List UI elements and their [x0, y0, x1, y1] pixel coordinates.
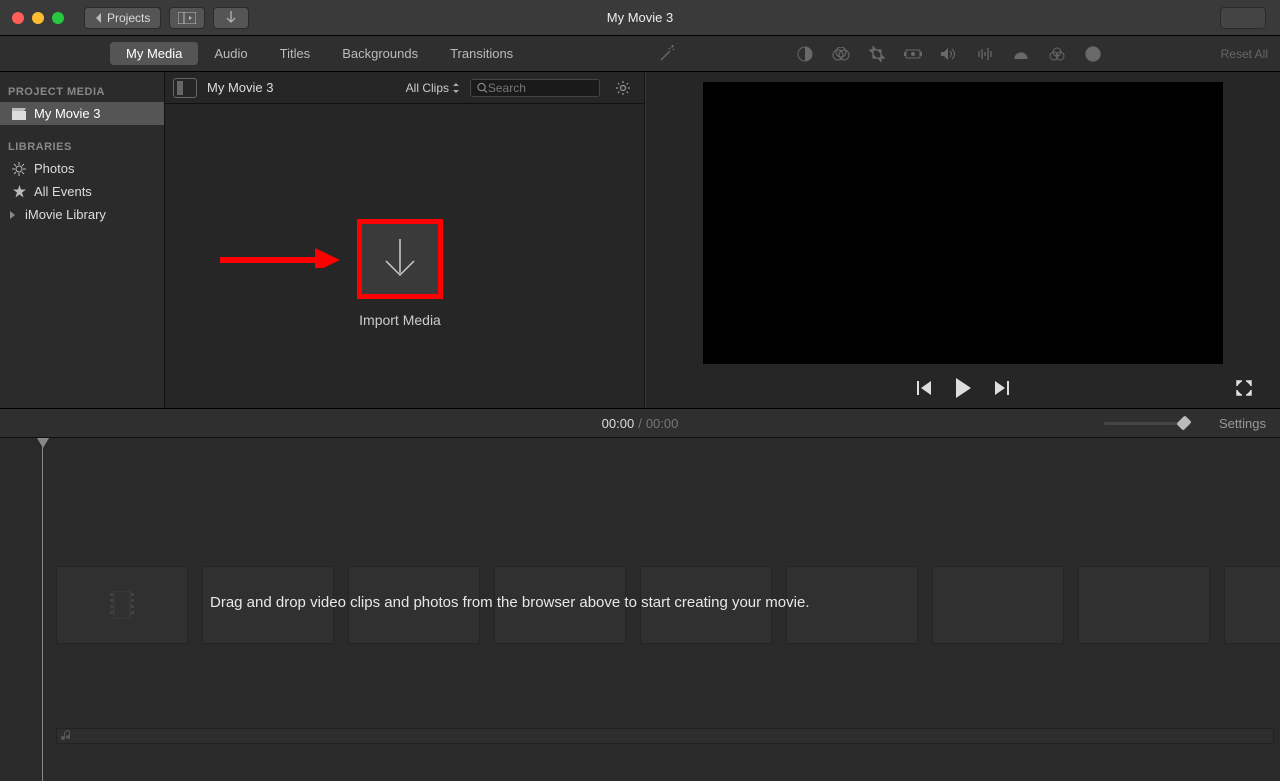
fullscreen-window-icon[interactable] — [52, 12, 64, 24]
secondary-toolbar: My Media Audio Titles Backgrounds Transi… — [0, 36, 1280, 72]
sidebar-item-my-movie[interactable]: My Movie 3 — [0, 102, 164, 125]
titlebar: Projects My Movie 3 — [0, 0, 1280, 36]
timecode-total: 00:00 — [646, 416, 679, 431]
tab-my-media[interactable]: My Media — [110, 42, 198, 65]
media-browser: My Movie 3 All Clips — [165, 72, 645, 408]
annotation-arrow-icon — [220, 248, 340, 268]
sidebar-item-label: My Movie 3 — [34, 106, 100, 121]
prev-frame-button[interactable] — [917, 381, 933, 395]
browser-tabs: My Media Audio Titles Backgrounds Transi… — [0, 36, 645, 71]
sidebar-toggle-button[interactable] — [173, 78, 197, 98]
clip-placeholder — [1224, 566, 1280, 644]
noise-reduction-icon[interactable] — [975, 44, 995, 64]
browser-header: My Movie 3 All Clips — [165, 72, 644, 104]
projects-back-button[interactable]: Projects — [84, 7, 161, 29]
sidebar-item-label: iMovie Library — [25, 207, 106, 222]
clapperboard-icon — [12, 108, 26, 120]
search-field[interactable] — [470, 79, 600, 97]
import-media-label: Import Media — [345, 312, 455, 328]
stabilization-icon[interactable] — [903, 44, 923, 64]
traffic-lights — [12, 12, 64, 24]
color-correction-icon[interactable] — [831, 44, 851, 64]
timecode-current: 00:00 — [602, 416, 635, 431]
browser-title: My Movie 3 — [207, 80, 273, 95]
layout-button[interactable] — [169, 7, 205, 29]
sidebar-section-project-media: PROJECT MEDIA — [0, 80, 164, 102]
sidebar-section-libraries: LIBRARIES — [0, 135, 164, 157]
sidebar-item-label: All Events — [34, 184, 92, 199]
magic-wand-icon[interactable] — [657, 44, 677, 64]
viewer-canvas — [646, 72, 1280, 368]
tab-audio[interactable]: Audio — [198, 42, 263, 65]
clip-placeholder — [932, 566, 1064, 644]
playhead[interactable] — [42, 438, 43, 781]
timeline-settings-button[interactable]: Settings — [1219, 416, 1266, 431]
speed-icon[interactable] — [1011, 44, 1031, 64]
crop-icon[interactable] — [867, 44, 887, 64]
video-preview[interactable] — [703, 82, 1223, 364]
share-button[interactable] — [1220, 7, 1266, 29]
minimize-window-icon[interactable] — [32, 12, 44, 24]
clip-placeholder — [1078, 566, 1210, 644]
timeline-hint: Drag and drop video clips and photos fro… — [210, 594, 809, 611]
sidebar-item-all-events[interactable]: All Events — [0, 180, 164, 203]
window-title: My Movie 3 — [607, 10, 673, 25]
volume-icon[interactable] — [939, 44, 959, 64]
browser-settings-button[interactable] — [610, 77, 636, 99]
music-note-icon — [61, 730, 73, 742]
search-input[interactable] — [488, 81, 593, 95]
close-window-icon[interactable] — [12, 12, 24, 24]
star-icon — [12, 185, 26, 198]
middle-row: PROJECT MEDIA My Movie 3 LIBRARIES Photo… — [0, 72, 1280, 408]
fullscreen-button[interactable] — [1236, 380, 1252, 396]
gear-icon — [615, 80, 631, 96]
sidebar-item-label: Photos — [34, 161, 74, 176]
reset-all-button[interactable]: Reset All — [1221, 47, 1268, 61]
sidebar: PROJECT MEDIA My Movie 3 LIBRARIES Photo… — [0, 72, 165, 408]
audio-track[interactable] — [56, 728, 1274, 744]
photos-icon — [12, 162, 26, 176]
timecode: 00:00/00:00 — [602, 416, 679, 431]
sidebar-item-photos[interactable]: Photos — [0, 157, 164, 180]
info-icon[interactable] — [1083, 44, 1103, 64]
tab-titles[interactable]: Titles — [264, 42, 327, 65]
import-media-button[interactable] — [357, 219, 443, 299]
projects-label: Projects — [107, 11, 150, 25]
search-icon — [477, 82, 488, 94]
clip-placeholder — [56, 566, 188, 644]
film-strip-icon — [110, 591, 134, 619]
play-button[interactable] — [953, 378, 973, 398]
disclosure-triangle-icon[interactable] — [10, 211, 15, 219]
browser-body: Import Media — [165, 104, 644, 408]
sidebar-item-imovie-library[interactable]: iMovie Library — [0, 203, 164, 226]
viewer-controls — [646, 368, 1280, 408]
tab-transitions[interactable]: Transitions — [434, 42, 529, 65]
viewer-adjust-toolbar: Reset All — [645, 36, 1280, 71]
effects-icon[interactable] — [1047, 44, 1067, 64]
timeline[interactable]: Drag and drop video clips and photos fro… — [0, 438, 1280, 781]
import-button-toolbar[interactable] — [213, 7, 249, 29]
timeline-header: 00:00/00:00 Settings — [0, 408, 1280, 438]
clips-filter-dropdown[interactable]: All Clips — [406, 81, 460, 95]
zoom-slider[interactable] — [1104, 422, 1190, 425]
color-balance-icon[interactable] — [795, 44, 815, 64]
next-frame-button[interactable] — [993, 381, 1009, 395]
download-arrow-icon — [380, 237, 420, 281]
viewer — [645, 72, 1280, 408]
tab-backgrounds[interactable]: Backgrounds — [326, 42, 434, 65]
